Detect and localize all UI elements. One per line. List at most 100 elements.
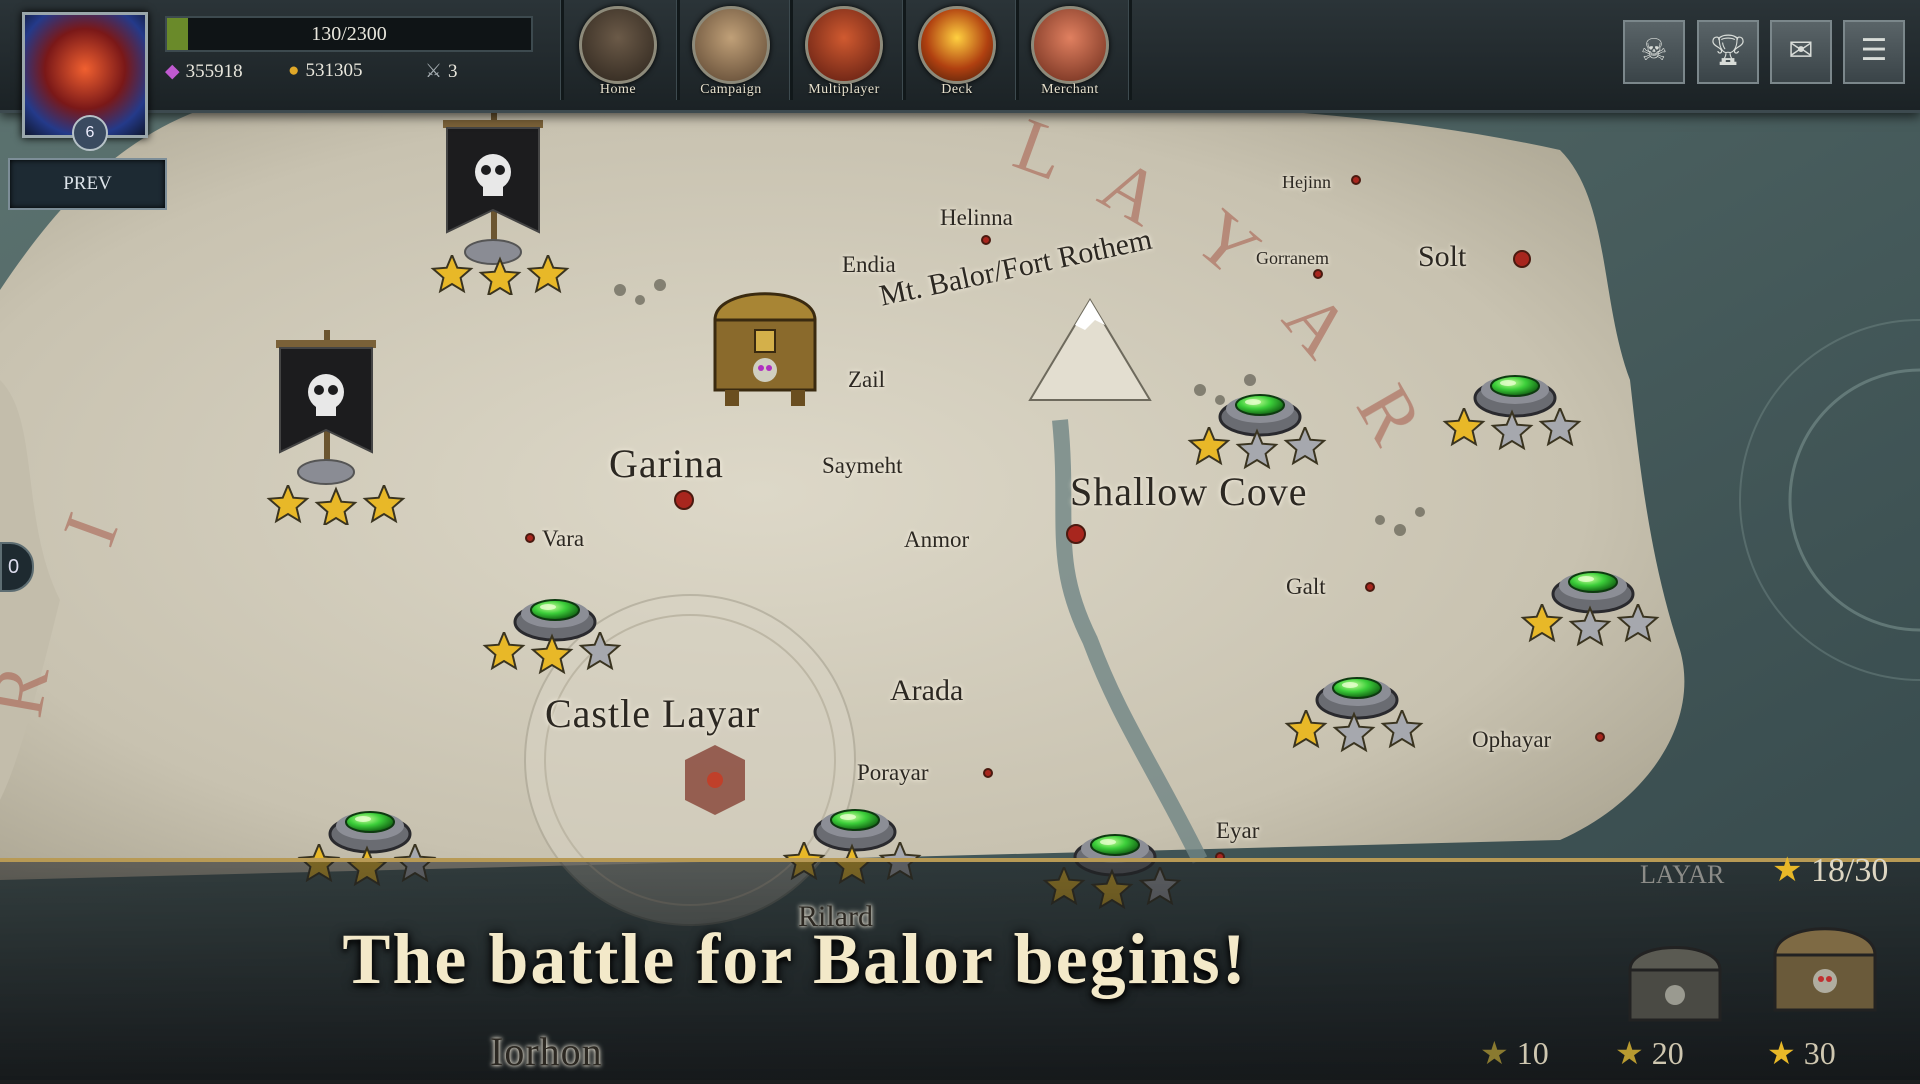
- place-arada: Arada: [890, 674, 964, 707]
- level-node[interactable]: [1508, 552, 1678, 662]
- reward-threshold-30: 30: [1803, 1035, 1836, 1071]
- place-vara: Vara: [542, 526, 585, 551]
- node-stars: [1187, 427, 1327, 470]
- swords-value: 3: [448, 61, 458, 82]
- mail-button[interactable]: ✉: [1770, 20, 1832, 84]
- nav-home[interactable]: Home: [563, 6, 673, 97]
- skull-banner-icon: [276, 330, 376, 485]
- star-icon: ★: [1480, 1035, 1509, 1071]
- nav-campaign[interactable]: Campaign: [676, 6, 786, 97]
- reward-chest-30[interactable]: ★ 30: [1755, 927, 1895, 1080]
- star-empty-icon: [1332, 711, 1376, 753]
- nav-deck[interactable]: Deck: [902, 6, 1012, 97]
- nav-merchant-label: Merchant: [1041, 82, 1099, 97]
- player-level-badge: 6: [72, 115, 108, 151]
- boss-banner-node[interactable]: [258, 330, 406, 525]
- place-gorranem: Gorranem: [1256, 248, 1329, 268]
- region-name: LAYAR: [1640, 860, 1725, 889]
- swords-counter: ⚔ 3: [425, 60, 458, 83]
- node-stars: [1284, 710, 1424, 753]
- nav-multiplayer[interactable]: Multiplayer: [789, 6, 899, 97]
- level-node[interactable]: [470, 580, 640, 690]
- star-filled-icon: [1187, 427, 1231, 466]
- crossed-swords-icon: ⚔: [425, 61, 443, 82]
- reward-threshold-20: 20: [1651, 1035, 1684, 1071]
- deck-icon: [918, 6, 996, 84]
- top-bar: 6 130/2300 ◆ 355918 ● 531305 ⚔ 3 Home Campa…: [0, 0, 1920, 151]
- prev-button[interactable]: PREV: [8, 158, 167, 210]
- star-empty-icon: [1283, 427, 1327, 466]
- menu-button[interactable]: ☰: [1843, 20, 1905, 84]
- guild-icon: ☠: [1640, 33, 1668, 68]
- place-endia: Endia: [842, 252, 896, 277]
- place-iorhon: Iorhon: [490, 1029, 603, 1074]
- place-ophayar: Ophayar: [1472, 727, 1552, 752]
- chest-icon: [1773, 927, 1877, 1012]
- place-castle-layar: Castle Layar: [545, 691, 761, 736]
- node-stars: [1442, 408, 1582, 451]
- place-eyar: Eyar: [1216, 818, 1260, 843]
- nav-campaign-label: Campaign: [700, 82, 762, 97]
- home-icon: [579, 6, 657, 84]
- star-filled-icon: [1442, 408, 1486, 447]
- reward-chest-10[interactable]: ★ 10: [1470, 935, 1610, 1080]
- star-progress: ★ 18/30: [1772, 850, 1888, 890]
- treasure-chest-icon[interactable]: [700, 275, 830, 415]
- tagline: The battle for Balor begins!: [342, 919, 1248, 999]
- place-rilard: Rilard: [798, 900, 873, 933]
- boss-banner-node[interactable]: [425, 110, 570, 295]
- node-stars: [430, 255, 570, 295]
- star-empty-icon: [578, 632, 622, 671]
- star-empty-icon: [1490, 409, 1534, 451]
- chest-icon: [1628, 946, 1722, 1022]
- place-zail: Zail: [848, 367, 886, 392]
- star-filled-icon: [482, 632, 526, 671]
- mail-icon: ✉: [1788, 33, 1814, 68]
- star-filled-icon: [1520, 604, 1564, 643]
- menu-icon: ☰: [1860, 33, 1888, 68]
- star-empty-icon: [1616, 604, 1660, 643]
- multiplayer-icon: [805, 6, 883, 84]
- star-icon: ★: [1772, 852, 1803, 889]
- star-empty-icon: [1538, 408, 1582, 447]
- node-stars: [482, 632, 622, 675]
- node-stars: [1520, 604, 1660, 647]
- gold-counter: ● 531305: [288, 60, 362, 82]
- star-filled-icon: [430, 255, 474, 294]
- guild-button[interactable]: ☠: [1623, 20, 1685, 84]
- node-stars: [266, 485, 406, 525]
- star-icon: ★: [1615, 1035, 1644, 1071]
- place-garina: Garina: [609, 441, 724, 486]
- star-empty-icon: [1380, 710, 1424, 749]
- gold-coin-icon: ●: [288, 60, 300, 81]
- level-node[interactable]: [1430, 356, 1600, 466]
- level-node[interactable]: [1272, 658, 1442, 768]
- gems-counter: ◆ 355918: [165, 60, 243, 83]
- xp-bar: 130/2300: [165, 16, 533, 52]
- star-filled-icon: [530, 633, 574, 675]
- xp-bar-fill: [167, 18, 188, 50]
- star-icon: ★: [1767, 1035, 1796, 1071]
- star-empty-icon: [1235, 428, 1279, 470]
- nav-deck-label: Deck: [941, 82, 973, 97]
- star-filled-icon: [526, 255, 570, 294]
- star-filled-icon: [478, 256, 522, 295]
- xp-text: 130/2300: [311, 23, 387, 45]
- place-anmor: Anmor: [904, 527, 970, 552]
- star-filled-icon: [314, 486, 358, 525]
- gold-value: 531305: [305, 60, 363, 81]
- trophy-button[interactable]: 🏆︎: [1697, 20, 1759, 84]
- level-node[interactable]: [1175, 375, 1345, 485]
- place-solt: Solt: [1418, 240, 1467, 273]
- star-filled-icon: [362, 485, 406, 524]
- place-hejinn: Hejinn: [1282, 172, 1331, 192]
- trophy-icon: 🏆︎: [1708, 33, 1748, 68]
- nav-multiplayer-label: Multiplayer: [808, 82, 880, 97]
- place-porayar: Porayar: [857, 760, 929, 785]
- place-galt: Galt: [1286, 574, 1326, 599]
- player-avatar[interactable]: 6: [22, 12, 148, 151]
- nav-merchant[interactable]: Merchant: [1015, 6, 1125, 97]
- reward-chest-20[interactable]: ★ 20: [1600, 935, 1740, 1080]
- place-saymeht: Saymeht: [822, 453, 903, 478]
- gems-value: 355918: [185, 61, 243, 82]
